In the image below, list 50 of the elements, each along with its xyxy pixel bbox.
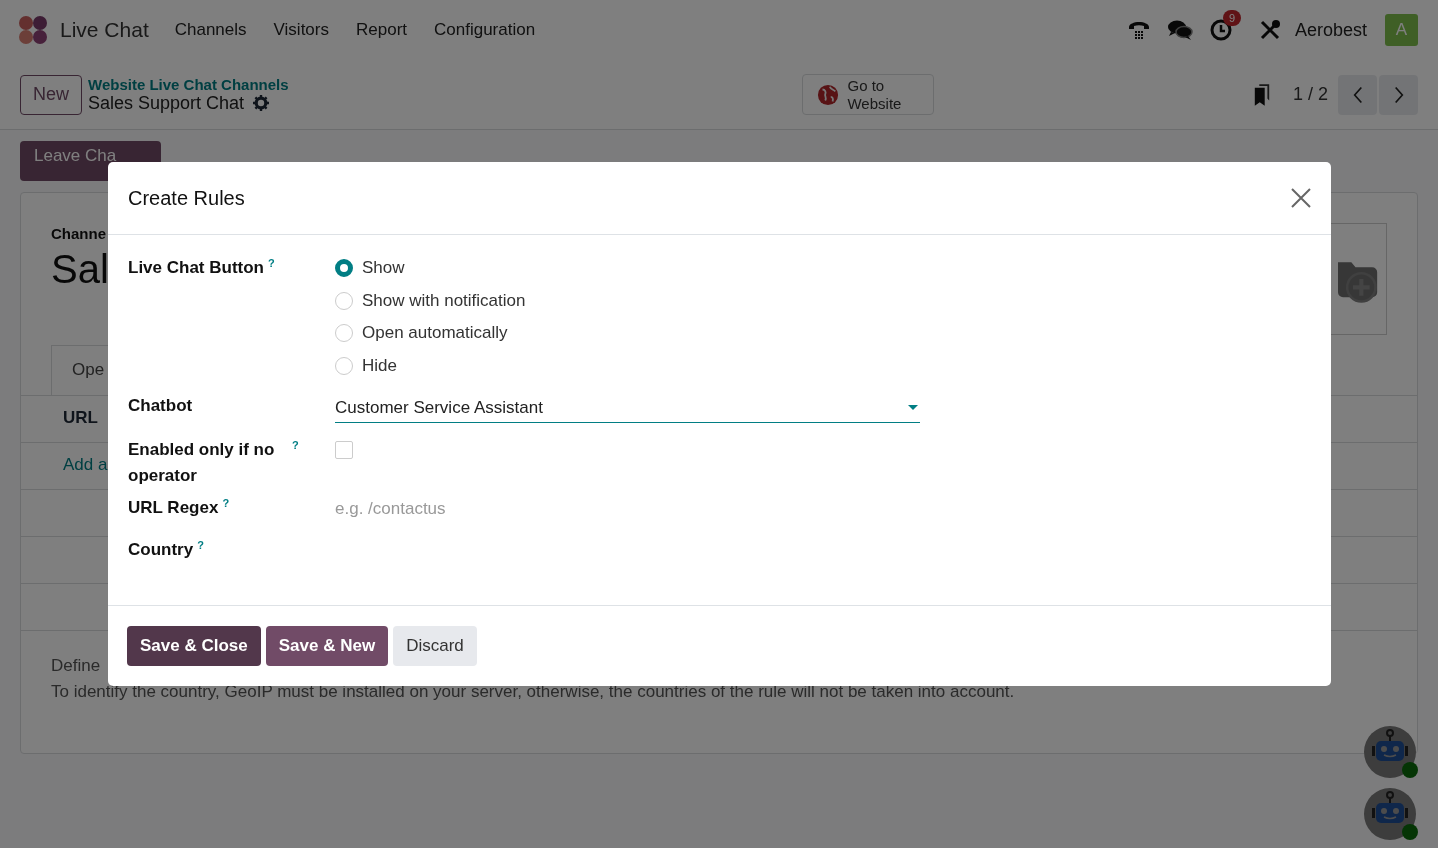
radio-button[interactable]	[335, 259, 353, 278]
go-to-website-button[interactable]: Go to Website	[802, 74, 935, 115]
breadcrumb-link[interactable]: Website Live Chat Channels	[88, 75, 289, 93]
column-header: URL	[63, 408, 98, 427]
radio-label[interactable]: Show	[362, 258, 405, 279]
menu-item[interactable]: Visitors	[273, 20, 329, 40]
robot-icon[interactable]	[1364, 724, 1420, 780]
dialog-title: Create Rules	[128, 186, 245, 210]
field-label: Chatbot	[128, 395, 193, 417]
app-logo-icon[interactable]	[18, 15, 48, 45]
add-line-link[interactable]: Add a	[63, 455, 108, 474]
help-text: Define	[51, 655, 102, 677]
save-close-button[interactable]: Save & Close	[127, 626, 261, 666]
checkbox[interactable]	[335, 441, 353, 459]
field-label: Channe	[51, 225, 106, 242]
previous-button[interactable]	[1338, 74, 1377, 115]
menu-item[interactable]: Configuration	[434, 20, 536, 40]
next-button[interactable]	[1379, 74, 1418, 115]
bookmark-icon[interactable]	[1252, 83, 1271, 106]
robot-icon[interactable]	[1364, 786, 1420, 842]
discard-button[interactable]: Discard	[393, 626, 477, 666]
chat-icon[interactable]	[1166, 19, 1193, 41]
save-new-button[interactable]: Save & New	[265, 626, 389, 666]
globe-icon	[817, 83, 840, 106]
chevron-right-icon	[1393, 85, 1404, 104]
field-label: Country	[128, 539, 194, 561]
user-name[interactable]: Aerobest	[1294, 19, 1367, 41]
field-label: URL Regex	[128, 497, 219, 519]
menu-item[interactable]: Channels	[174, 20, 247, 40]
help-tooltip[interactable]: ?	[222, 497, 230, 509]
app-name[interactable]: Live Chat	[60, 18, 149, 42]
help-tooltip[interactable]: ?	[197, 539, 204, 551]
close-icon[interactable]	[1291, 188, 1311, 208]
radio-label[interactable]: Hide	[362, 355, 397, 376]
chatbot-select[interactable]: Customer Service Assistant	[335, 393, 920, 423]
radio-label[interactable]: Open automatically	[362, 323, 508, 344]
record-title: Sal	[51, 247, 109, 292]
new-button[interactable]: New	[20, 74, 82, 115]
record-name: Sales Support Chat	[88, 92, 245, 114]
gear-icon[interactable]	[253, 95, 270, 111]
field-label: Enabled only if no operator	[128, 439, 276, 487]
tools-icon[interactable]	[1258, 19, 1281, 41]
chevron-left-icon	[1352, 85, 1363, 104]
notification-badge: 9	[1222, 10, 1242, 26]
menu-item[interactable]: Report	[356, 20, 407, 40]
radio-label[interactable]: Show with notification	[362, 290, 526, 311]
help-tooltip[interactable]: ?	[292, 439, 299, 451]
field-label: Live Chat Button	[128, 257, 264, 279]
help-tooltip[interactable]: ?	[268, 257, 275, 269]
pager-value: 1 / 2	[1292, 84, 1328, 105]
